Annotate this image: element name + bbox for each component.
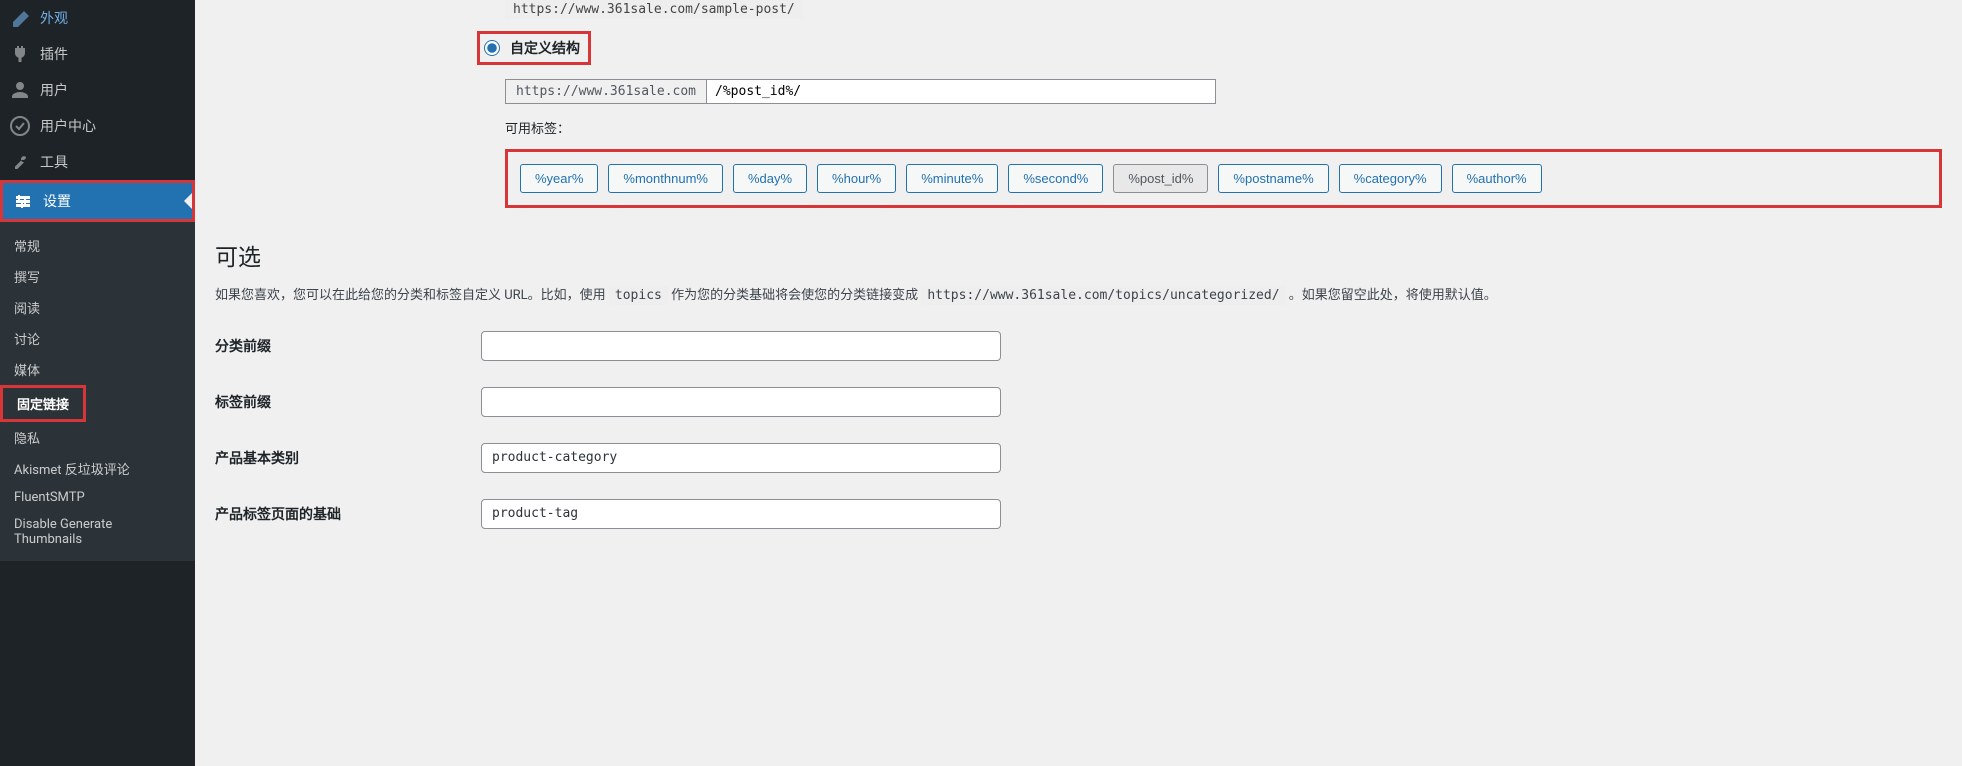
url-example-cut: https://www.361sale.com/sample-post/ bbox=[505, 0, 803, 19]
desc-text: 。如果您留空此处，将使用默认值。 bbox=[1286, 288, 1497, 303]
desc-text: 如果您喜欢，您可以在此给您的分类和标签自定义 URL。比如，使用 bbox=[215, 288, 609, 303]
tag-monthnum[interactable]: %monthnum% bbox=[608, 164, 723, 193]
users-icon bbox=[10, 80, 30, 100]
product-category-input[interactable] bbox=[481, 443, 1001, 473]
tag-author[interactable]: %author% bbox=[1452, 164, 1542, 193]
submenu-writing[interactable]: 撰写 bbox=[0, 261, 195, 292]
tag-base-row: 标签前缀 bbox=[215, 387, 1942, 417]
submenu-media[interactable]: 媒体 bbox=[0, 354, 195, 385]
submenu-discussion[interactable]: 讨论 bbox=[0, 323, 195, 354]
permalink-custom-label: 自定义结构 bbox=[510, 38, 580, 58]
sidebar-label: 外观 bbox=[40, 8, 68, 28]
tag-base-input[interactable] bbox=[481, 387, 1001, 417]
sidebar-label: 用户中心 bbox=[40, 116, 96, 136]
tag-category[interactable]: %category% bbox=[1339, 164, 1442, 193]
category-base-row: 分类前缀 bbox=[215, 331, 1942, 361]
submenu-fluentsmtp[interactable]: FluentSMTP bbox=[0, 484, 195, 511]
available-tags-label: 可用标签： bbox=[505, 118, 1942, 137]
sidebar-label: 插件 bbox=[40, 44, 68, 64]
submenu-akismet[interactable]: Akismet 反垃圾评论 bbox=[0, 453, 195, 484]
tag-year[interactable]: %year% bbox=[520, 164, 598, 193]
submenu-privacy[interactable]: 隐私 bbox=[0, 422, 195, 453]
submenu-permalink[interactable]: 固定链接 bbox=[3, 388, 83, 419]
highlight-permalink: 固定链接 bbox=[0, 385, 86, 422]
product-tag-row: 产品标签页面的基础 bbox=[215, 499, 1942, 529]
desc-code-topics: topics bbox=[609, 286, 668, 305]
optional-description: 如果您喜欢，您可以在此给您的分类和标签自定义 URL。比如，使用 topics … bbox=[215, 286, 1942, 307]
product-category-label: 产品基本类别 bbox=[215, 448, 481, 468]
permalink-custom-row: 自定义结构 bbox=[477, 31, 1942, 65]
main-content: https://www.361sale.com/sample-post/ 自定义… bbox=[195, 0, 1962, 766]
tools-icon bbox=[10, 152, 30, 172]
category-base-label: 分类前缀 bbox=[215, 336, 481, 356]
optional-heading: 可选 bbox=[215, 238, 1942, 272]
tag-base-label: 标签前缀 bbox=[215, 392, 481, 412]
submenu-disable-thumbnails[interactable]: Disable Generate Thumbnails bbox=[0, 511, 195, 553]
sidebar-label: 设置 bbox=[43, 191, 71, 211]
product-tag-input[interactable] bbox=[481, 499, 1001, 529]
settings-icon bbox=[13, 191, 33, 211]
sidebar-item-usercenter[interactable]: 用户中心 bbox=[0, 108, 195, 144]
sidebar-label: 用户 bbox=[40, 80, 68, 100]
usercenter-icon bbox=[10, 116, 30, 136]
settings-submenu: 常规 撰写 阅读 讨论 媒体 固定链接 隐私 Akismet 反垃圾评论 Flu… bbox=[0, 222, 195, 561]
sidebar-item-appearance[interactable]: 外观 bbox=[0, 0, 195, 36]
product-tag-label: 产品标签页面的基础 bbox=[215, 504, 481, 524]
custom-structure-input-row: https://www.361sale.com bbox=[505, 79, 1942, 104]
product-category-row: 产品基本类别 bbox=[215, 443, 1942, 473]
tag-second[interactable]: %second% bbox=[1008, 164, 1103, 193]
plugins-icon bbox=[10, 44, 30, 64]
tag-day[interactable]: %day% bbox=[733, 164, 807, 193]
sidebar-item-tools[interactable]: 工具 bbox=[0, 144, 195, 180]
sidebar-item-plugins[interactable]: 插件 bbox=[0, 36, 195, 72]
sidebar-item-users[interactable]: 用户 bbox=[0, 72, 195, 108]
permalink-custom-radio[interactable] bbox=[484, 40, 500, 56]
submenu-general[interactable]: 常规 bbox=[0, 230, 195, 261]
highlight-custom-structure: 自定义结构 bbox=[477, 31, 591, 65]
desc-text: 作为您的分类基础将会使您的分类链接变成 bbox=[668, 288, 921, 303]
appearance-icon bbox=[10, 8, 30, 28]
admin-sidebar: 外观 插件 用户 用户中心 工具 设置 常规 撰写 阅 bbox=[0, 0, 195, 766]
tag-postname[interactable]: %postname% bbox=[1218, 164, 1328, 193]
highlight-settings: 设置 bbox=[0, 180, 195, 222]
sidebar-label: 工具 bbox=[40, 152, 68, 172]
available-tags-container: %year% %monthnum% %day% %hour% %minute% … bbox=[505, 149, 1942, 208]
url-prefix: https://www.361sale.com bbox=[505, 79, 706, 104]
tag-hour[interactable]: %hour% bbox=[817, 164, 896, 193]
permalink-structure-input[interactable] bbox=[706, 79, 1216, 104]
desc-code-url: https://www.361sale.com/topics/uncategor… bbox=[921, 286, 1285, 305]
tag-post-id[interactable]: %post_id% bbox=[1113, 164, 1208, 193]
submenu-reading[interactable]: 阅读 bbox=[0, 292, 195, 323]
tag-minute[interactable]: %minute% bbox=[906, 164, 998, 193]
category-base-input[interactable] bbox=[481, 331, 1001, 361]
sidebar-item-settings[interactable]: 设置 bbox=[3, 183, 192, 219]
optional-form: 分类前缀 标签前缀 产品基本类别 产品标签页面的基础 bbox=[215, 331, 1942, 529]
